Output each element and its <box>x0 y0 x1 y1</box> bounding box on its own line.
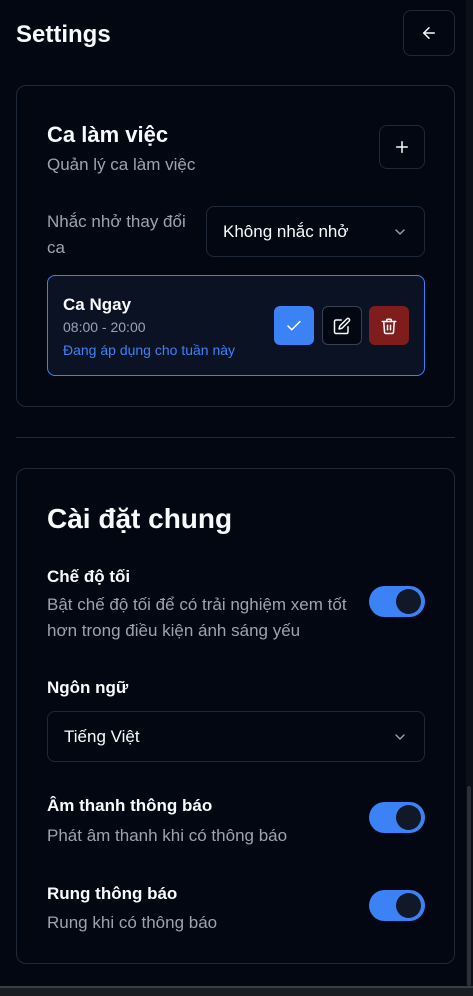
vibration-description: Rung khi có thông báo <box>47 913 218 932</box>
page-title: Settings <box>16 21 111 48</box>
notification-sound-label: Âm thanh thông báo <box>47 796 213 815</box>
shift-item: Ca Ngay 08:00 - 20:00 Đang áp dụng cho t… <box>47 275 425 376</box>
header: Settings <box>16 10 455 56</box>
language-label: Ngôn ngữ <box>47 678 129 697</box>
scrollbar-thumb[interactable] <box>467 786 471 986</box>
shift-card-title: Ca làm việc <box>47 122 169 147</box>
shift-status: Đang áp dụng cho tuần này <box>63 342 236 358</box>
back-button[interactable] <box>403 10 455 56</box>
notification-sound-description: Phát âm thanh khi có thông báo <box>47 826 288 845</box>
apply-shift-button[interactable] <box>274 306 314 345</box>
dark-mode-label: Chế độ tối <box>47 567 131 586</box>
shift-name: Ca Ngay <box>63 295 132 314</box>
trash-icon <box>381 318 397 334</box>
section-divider <box>16 437 455 438</box>
edit-icon <box>333 317 351 334</box>
general-settings-card: Cài đặt chung Chế độ tối Bật chế độ tối … <box>16 468 455 964</box>
reminder-select[interactable]: Không nhắc nhở <box>206 206 425 257</box>
check-icon <box>287 320 301 330</box>
dark-mode-description: Bật chế độ tối để có trải nghiệm xem tốt… <box>47 595 347 640</box>
language-select-value: Tiếng Việt <box>64 726 140 746</box>
general-settings-title: Cài đặt chung <box>47 503 233 534</box>
chevron-down-icon <box>395 228 405 235</box>
vibration-toggle[interactable] <box>369 890 425 921</box>
dark-mode-toggle[interactable] <box>369 586 425 617</box>
shift-card-subtitle: Quản lý ca làm việc <box>47 155 196 174</box>
reminder-select-value: Không nhắc nhở <box>223 221 349 241</box>
notification-sound-toggle[interactable] <box>369 802 425 833</box>
reminder-label: Nhắc nhở thay đổi ca <box>47 212 186 257</box>
toggle-knob <box>396 893 421 918</box>
arrow-left-icon <box>423 27 435 39</box>
add-shift-button[interactable] <box>379 125 425 169</box>
toggle-knob <box>396 589 421 614</box>
shift-card: Ca làm việc Quản lý ca làm việc Nhắc nhở… <box>16 85 455 407</box>
chevron-down-icon <box>395 733 405 740</box>
toggle-knob <box>396 805 421 830</box>
delete-shift-button[interactable] <box>369 306 409 345</box>
plus-icon <box>396 141 408 153</box>
language-select[interactable]: Tiếng Việt <box>47 711 425 762</box>
edit-shift-button[interactable] <box>322 306 362 345</box>
vibration-label: Rung thông báo <box>47 884 178 903</box>
window-bottom-edge <box>0 986 473 996</box>
shift-time: 08:00 - 20:00 <box>63 319 146 335</box>
